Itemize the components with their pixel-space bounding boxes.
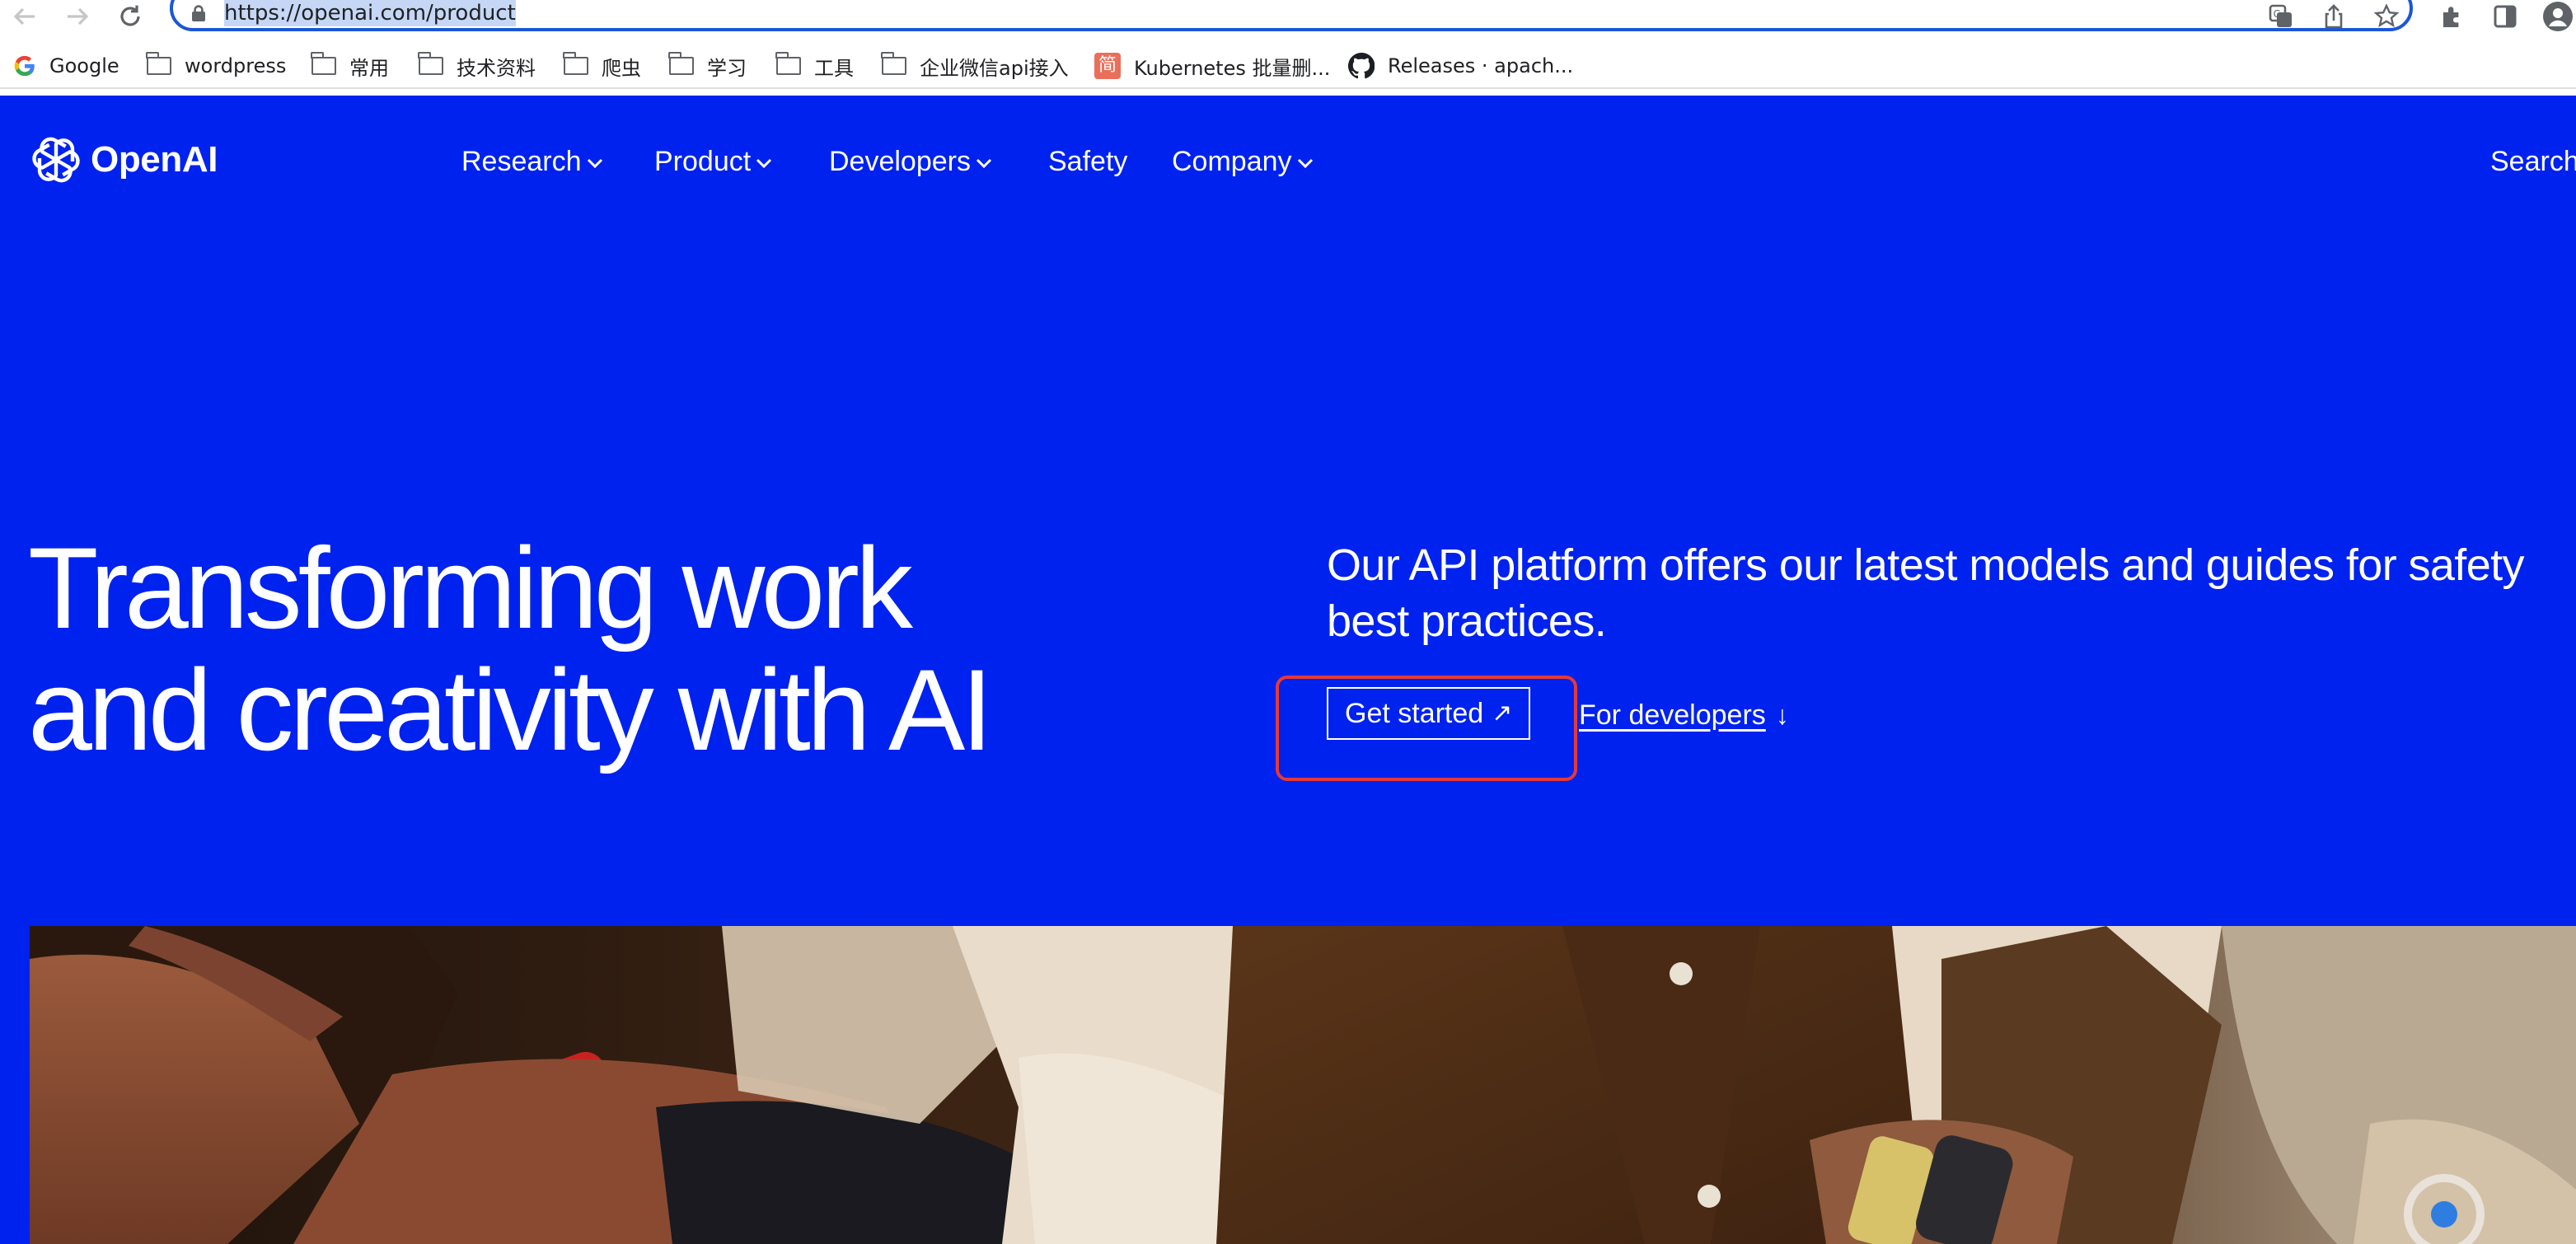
url-text[interactable]: https://openai.com/product [224, 0, 516, 26]
bookmark-kubernetes[interactable]: 简 Kubernetes 批量删... [1094, 51, 1330, 81]
bookmark-label: 企业微信api接入 [920, 56, 1069, 80]
nav-product[interactable]: Product [654, 143, 772, 180]
openai-logo[interactable]: OpenAI [30, 132, 218, 188]
nav-developers[interactable]: Developers [829, 143, 992, 180]
logo-text: OpenAI [91, 139, 218, 180]
hero-subtitle: Our API platform offers our latest model… [1327, 540, 2525, 646]
bookmark-tech-docs[interactable]: 技术资料 [418, 51, 536, 81]
bookmark-wordpress[interactable]: wordpress [146, 51, 287, 81]
bookmark-study[interactable]: 学习 [668, 51, 747, 81]
hero-photo [30, 926, 2576, 1244]
translate-icon[interactable]: G [2266, 2, 2296, 31]
hero-photo-illustration [30, 926, 2576, 1244]
bookmark-google[interactable]: Google [13, 51, 119, 81]
side-panel-icon[interactable] [2490, 2, 2520, 31]
nav-label: Company [1172, 146, 1292, 177]
lock-icon[interactable] [191, 5, 206, 21]
browser-toolbar: https://openai.com/product G [0, 0, 2576, 43]
profile-icon[interactable] [2543, 2, 2573, 31]
hero-title: Transforming work and creativity with AI [28, 527, 1281, 771]
openai-product-page: OpenAI Research Product Developers Safet… [0, 96, 2576, 1244]
hero-title-line-2: and creativity with AI [28, 645, 993, 774]
folder-icon [311, 52, 336, 75]
arrow-down-icon: ↓ [1775, 700, 1789, 730]
bookmark-wecom-api[interactable]: 企业微信api接入 [881, 51, 1069, 81]
folder-icon [668, 52, 694, 75]
nav-safety[interactable]: Safety [1048, 143, 1127, 180]
chevron-down-icon [756, 158, 772, 168]
nav-label: Safety [1048, 146, 1128, 177]
bookmark-label: 常用 [349, 56, 389, 80]
bookmark-label: 工具 [814, 56, 854, 80]
bookmark-label: wordpress [185, 54, 287, 77]
bookmark-label: 学习 [707, 56, 747, 80]
bookmark-label: Kubernetes 批量删... [1134, 56, 1331, 80]
bookmark-label: 爬虫 [602, 56, 641, 80]
bookmark-label: Releases · apach... [1388, 54, 1574, 77]
folder-icon [881, 52, 906, 75]
for-developers-link[interactable]: For developers ↓ [1579, 697, 1789, 733]
chevron-down-icon [976, 158, 992, 168]
svg-text:G: G [2274, 8, 2281, 20]
for-developers-label: For developers [1579, 699, 1766, 731]
nav-label: Research [461, 146, 582, 177]
bookmarks-bar: Google wordpress 常用 技术资料 爬虫 学习 工具 企业微信ap… [0, 43, 2576, 89]
back-icon[interactable] [10, 2, 40, 31]
folder-icon [418, 52, 443, 75]
openai-blossom-icon [30, 132, 82, 188]
bookmark-common[interactable]: 常用 [311, 51, 389, 81]
bookmark-label: 技术资料 [457, 56, 536, 80]
share-icon[interactable] [2319, 2, 2349, 31]
jianshu-icon: 简 [1094, 53, 1121, 79]
bookmark-star-icon[interactable] [2372, 2, 2401, 31]
nav-company[interactable]: Company [1172, 143, 1314, 180]
folder-icon [563, 52, 588, 75]
bookmark-label: Google [49, 54, 119, 77]
annotation-highlight-box [1276, 676, 1577, 781]
github-icon [1348, 53, 1375, 79]
bookmark-tools[interactable]: 工具 [775, 51, 854, 81]
bookmark-crawler[interactable]: 爬虫 [563, 51, 641, 81]
extensions-icon[interactable] [2438, 2, 2467, 31]
google-icon [14, 55, 35, 77]
nav-label: Product [654, 146, 752, 177]
search-button[interactable]: Search [2490, 143, 2576, 180]
nav-research[interactable]: Research [461, 143, 603, 180]
reload-icon[interactable] [115, 2, 145, 31]
nav-label: Developers [829, 146, 971, 177]
bookmark-github-releases[interactable]: Releases · apach... [1348, 51, 1573, 81]
chevron-down-icon [587, 158, 602, 168]
chevron-down-icon [1297, 158, 1313, 168]
folder-icon [146, 52, 171, 75]
hero-title-line-1: Transforming work [28, 523, 913, 652]
folder-icon [775, 52, 801, 75]
forward-icon[interactable] [63, 2, 92, 31]
